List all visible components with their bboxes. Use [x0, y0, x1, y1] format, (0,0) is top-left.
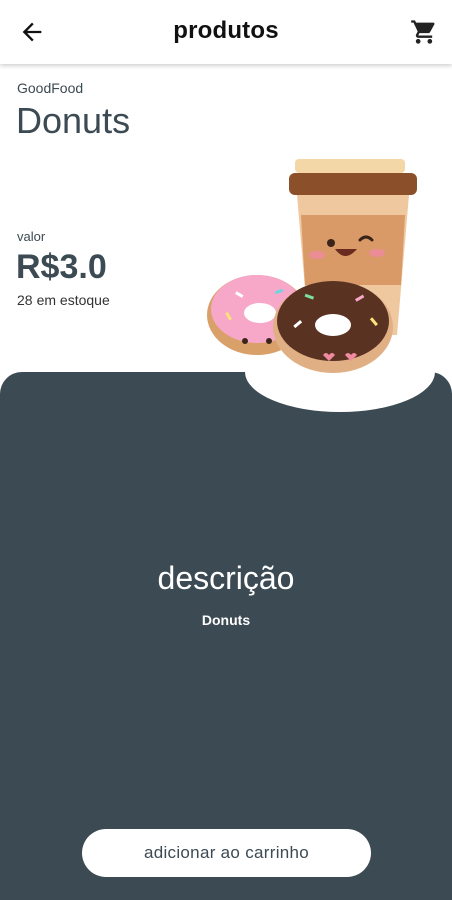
- stock-info: 28 em estoque: [17, 292, 114, 308]
- description-text: Donuts: [201, 612, 251, 628]
- description-panel: [0, 372, 452, 900]
- donuts-coffee-illustration: [207, 159, 417, 373]
- app-bar: produtos: [0, 0, 452, 64]
- shopping-cart-icon[interactable]: [410, 18, 438, 46]
- product-price: R$3.0: [16, 248, 107, 286]
- page-title: produtos: [173, 17, 279, 44]
- product-name: Donuts: [16, 100, 131, 141]
- brand-name: GoodFood: [17, 80, 84, 96]
- stock-count: 28: [17, 292, 33, 308]
- price-label: valor: [17, 229, 46, 244]
- add-to-cart-button[interactable]: adicionar ao carrinho: [82, 829, 371, 877]
- stock-suffix: em estoque: [36, 292, 110, 308]
- chocolate-donut-icon: [273, 281, 393, 373]
- description-title: descrição: [157, 560, 295, 596]
